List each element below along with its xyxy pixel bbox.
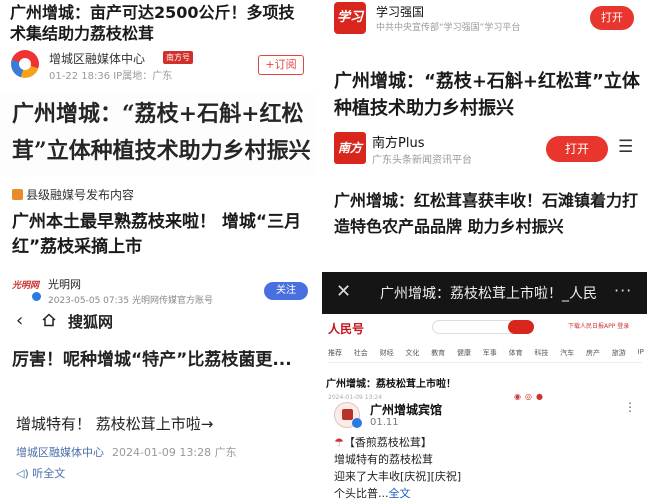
nav-item[interactable]: IP xyxy=(638,348,644,358)
headline-panel: 广州增城：“荔枝+石斛+红松茸”立体种植技术助力乡村振兴 xyxy=(0,94,316,176)
nav-item[interactable]: 文化 xyxy=(405,348,419,358)
kebab-menu-icon[interactable]: ⋮ xyxy=(624,400,636,414)
share-icons[interactable]: ◉◎● xyxy=(514,392,547,401)
source-org[interactable]: 增城区融媒体中心 xyxy=(16,446,104,459)
site-name: 搜狐网 xyxy=(68,313,114,331)
article-title[interactable]: 广州增城：亩产可达2500公斤！多项技术集结助力荔枝松茸 xyxy=(10,2,310,44)
nav-item[interactable]: 推荐 xyxy=(328,348,342,358)
nav-item[interactable]: 体育 xyxy=(509,348,523,358)
news-card-panel-1: 广州增城：亩产可达2500公斤！多项技术集结助力荔枝松茸 增城区融媒体中心 南方… xyxy=(0,0,316,92)
nav-item[interactable]: 汽车 xyxy=(560,348,574,358)
nanfang-logo-icon: 南方 xyxy=(334,132,366,164)
app-name: 南方Plus xyxy=(372,136,425,151)
nav-item[interactable]: 科技 xyxy=(534,348,548,358)
renminhao-logo[interactable]: 人民号 xyxy=(328,320,364,337)
category-nav: 推荐 社会 财经 文化 教育 健康 军事 体育 科技 汽车 房产 旅游 IP xyxy=(328,348,644,358)
author-meta: 2023-05-05 07:35 光明网传媒官方账号 xyxy=(48,296,213,306)
news-card-panel-9: 广州增城：红松茸喜获丰收！石滩镇着力打造特色农产品品牌 助力乡村振兴 xyxy=(324,182,647,272)
gmw-logo-icon: 光明网 xyxy=(12,281,40,291)
wechat-icon[interactable]: ◎ xyxy=(525,392,536,401)
account-date: 01.11 xyxy=(370,417,399,428)
app-banner-xuexi: 学习 学习强国 中共中央宣传部“学习强国”学习平台 打开 xyxy=(324,0,647,42)
news-card-panel-7: 广州增城：“荔枝+石斛+红松茸”立体种植技术助力乡村振兴 xyxy=(324,52,647,134)
article-title[interactable]: 广州增城：红松茸喜获丰收！石滩镇着力打造特色农产品品牌 助力乡村振兴 xyxy=(334,188,644,240)
page-title: 广州增城：荔枝松茸上市啦！ xyxy=(326,379,456,390)
subscribe-button[interactable]: +订阅 xyxy=(258,55,304,75)
top-links[interactable]: 下载人民日报APP 登录 xyxy=(568,321,629,330)
nav-item[interactable]: 旅游 xyxy=(612,348,626,358)
news-card-panel-3: 县级融媒号发布内容 广州本土最早熟荔枝来啦！ 增城“三月红”荔枝采摘上市 xyxy=(0,180,316,272)
author-bar: 光明网 光明网 2023-05-05 07:35 光明网传媒官方账号 关注 xyxy=(0,272,316,308)
source-logo-icon xyxy=(11,50,39,78)
renminhao-panel: 人民号 下载人民日报APP 登录 推荐 社会 财经 文化 教育 健康 军事 体育… xyxy=(322,314,647,499)
article-title[interactable]: 广州增城：“荔枝+石斛+红松茸”立体种植技术助力乡村振兴 xyxy=(334,68,644,122)
app-desc: 广东头条新闻资讯平台 xyxy=(372,155,472,166)
publish-time: 2024-01-09 13:28 广东 xyxy=(112,446,237,459)
sohu-article-panel: ‹ 搜狐网 厉害！呢种增城“特产”比荔枝菌更... 增城特有！ 荔枝松茸上市啦→… xyxy=(0,308,316,499)
post-line: 【香煎荔枝松茸】 xyxy=(343,436,432,449)
qq-icon[interactable]: ● xyxy=(536,392,547,401)
nav-item[interactable]: 房产 xyxy=(586,348,600,358)
author-name[interactable]: 光明网 xyxy=(48,276,81,292)
divider xyxy=(328,362,642,363)
nav-item[interactable]: 财经 xyxy=(380,348,394,358)
post-body: ☂【香煎荔枝松茸】 增城特有的荔枝松茸 迎来了大丰收[庆祝][庆祝] 个头比普.… xyxy=(334,434,634,499)
media-tag: 县级融媒号发布内容 xyxy=(12,186,134,203)
open-app-button[interactable]: 打开 xyxy=(546,136,608,162)
nav-item[interactable]: 健康 xyxy=(457,348,471,358)
post-line: 个头比普... xyxy=(334,487,389,499)
more-icon[interactable]: ··· xyxy=(614,281,632,300)
article-title[interactable]: 广州本土最早熟荔枝来啦！ 增城“三月红”荔枝采摘上市 xyxy=(12,210,312,260)
account-name[interactable]: 广州增城宾馆 xyxy=(370,401,442,418)
nav-item[interactable]: 军事 xyxy=(483,348,497,358)
verified-icon xyxy=(32,292,41,301)
nav-item[interactable]: 社会 xyxy=(354,348,368,358)
follow-button[interactable]: 关注 xyxy=(264,282,308,300)
article-meta: 01-22 18:36 IP属地：广东 xyxy=(49,71,173,82)
nav-item[interactable]: 教育 xyxy=(431,348,445,358)
close-icon[interactable]: ✕ xyxy=(336,281,351,302)
weibo-icon[interactable]: ◉ xyxy=(514,392,525,401)
article-headline[interactable]: 广州增城：“荔枝+石斛+红松茸”立体种植技术助力乡村振兴 xyxy=(12,96,312,170)
verified-icon xyxy=(352,418,362,428)
umbrella-icon: ☂ xyxy=(334,436,344,449)
app-banner-nanfang: 南方 南方Plus 广东头条新闻资讯平台 打开 ☰ xyxy=(324,126,647,180)
page-meta: 2024-01-09 13:24 xyxy=(328,394,383,401)
home-icon[interactable] xyxy=(42,313,56,327)
listen-label: 听全文 xyxy=(32,467,66,480)
article-title[interactable]: 厉害！呢种增城“特产”比荔枝菌更... xyxy=(12,348,312,373)
app-desc: 中共中央宣传部“学习强国”学习平台 xyxy=(376,23,521,33)
open-app-button[interactable]: 打开 xyxy=(590,6,634,30)
related-link[interactable]: 增城特有！ 荔枝松茸上市啦→ xyxy=(16,413,213,434)
menu-icon[interactable]: ☰ xyxy=(618,137,633,157)
platform-badge: 南方号 xyxy=(163,51,193,64)
app-name: 学习强国 xyxy=(376,5,425,19)
post-line: 迎来了大丰收[庆祝][庆祝] xyxy=(334,470,462,483)
speaker-icon: ◁) xyxy=(16,467,29,480)
xuexi-logo-icon: 学习 xyxy=(334,2,366,34)
post-line: 增城特有的荔枝松茸 xyxy=(334,453,433,466)
back-icon[interactable]: ‹ xyxy=(16,310,23,331)
article-meta: 增城区融媒体中心 2024-01-09 13:28 广东 xyxy=(16,444,237,460)
source-name[interactable]: 增城区融媒体中心 xyxy=(49,50,145,67)
read-more-link[interactable]: 全文 xyxy=(389,487,411,499)
listen-button[interactable]: ◁) 听全文 xyxy=(16,465,65,481)
dark-title-bar: ✕ 广州增城：荔枝松茸上市啦！_人民 ··· xyxy=(322,272,647,314)
search-button[interactable] xyxy=(508,320,534,334)
page-title: 广州增城：荔枝松茸上市啦！_人民 xyxy=(380,286,597,302)
